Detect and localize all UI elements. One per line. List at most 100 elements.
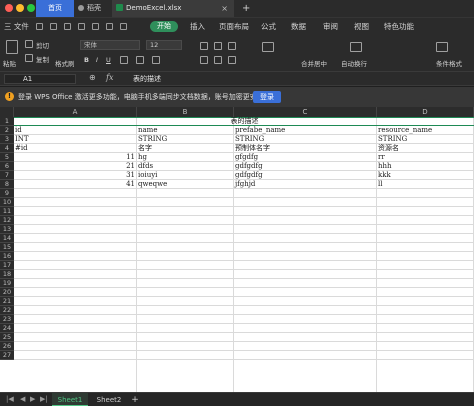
copy-label[interactable]: 复制: [36, 54, 49, 64]
tab-formulas[interactable]: 公式: [261, 18, 276, 35]
italic-icon[interactable]: I: [96, 56, 98, 64]
table-cell[interactable]: dfds: [137, 162, 234, 171]
add-sheet-button[interactable]: +: [130, 393, 140, 406]
row-header[interactable]: 20: [0, 288, 14, 297]
sheet-tab-sheet1[interactable]: Sheet1: [52, 393, 88, 406]
tab-insert[interactable]: 插入: [190, 18, 205, 35]
print-icon[interactable]: [64, 23, 71, 30]
tab-home[interactable]: 首页: [36, 0, 74, 17]
function-icon[interactable]: fx: [106, 73, 113, 82]
sheet-tab-sheet2[interactable]: Sheet2: [92, 393, 126, 406]
table-cell[interactable]: resource_name: [377, 126, 474, 135]
tab-special-features[interactable]: 特色功能: [384, 18, 414, 35]
login-button[interactable]: 登录: [253, 91, 281, 103]
row-header[interactable]: 7: [0, 171, 14, 180]
row-header[interactable]: 26: [0, 342, 14, 351]
merge-center-icon[interactable]: [262, 42, 274, 52]
tab-review[interactable]: 审阅: [323, 18, 338, 35]
next-sheet-icon[interactable]: ▶: [30, 395, 35, 403]
minimize-window-button[interactable]: [16, 4, 24, 12]
tab-page-layout[interactable]: 页面布局: [219, 18, 249, 35]
row-header[interactable]: 15: [0, 243, 14, 252]
wrap-text-label[interactable]: 自动换行: [341, 58, 367, 68]
first-sheet-icon[interactable]: |◀: [6, 395, 14, 403]
export-pdf-icon[interactable]: [50, 23, 57, 30]
fill-color-icon[interactable]: [136, 56, 144, 64]
merged-title-cell[interactable]: 表的描述: [14, 117, 474, 126]
scissors-icon[interactable]: [25, 40, 33, 48]
column-header-a[interactable]: A: [14, 107, 137, 117]
table-cell[interactable]: 41: [14, 180, 137, 189]
table-cell[interactable]: 预制体名字: [234, 144, 377, 153]
table-cell[interactable]: 21: [14, 162, 137, 171]
cut-label[interactable]: 剪切: [36, 40, 49, 50]
new-tab-button[interactable]: +: [242, 0, 252, 17]
table-cell[interactable]: hg: [137, 153, 234, 162]
tab-document[interactable]: DemoExcel.xlsx ×: [112, 0, 234, 17]
table-cell[interactable]: gdfgdfg: [234, 162, 377, 171]
format-painter-label[interactable]: 格式刷: [55, 58, 75, 68]
table-cell[interactable]: STRING: [137, 135, 234, 144]
row-header[interactable]: 3: [0, 135, 14, 144]
row-header[interactable]: 10: [0, 198, 14, 207]
conditional-format-icon[interactable]: [436, 42, 448, 52]
close-window-button[interactable]: [5, 4, 13, 12]
table-cell[interactable]: ll: [377, 180, 474, 189]
spreadsheet-grid[interactable]: A B C D 1 2 3 4 5 6 7 8 9 10 11 12 13 14 15 16 17 18 19 20 2…: [0, 107, 474, 392]
table-cell[interactable]: gdfgdfg: [234, 171, 377, 180]
row-header[interactable]: 1: [0, 117, 14, 126]
table-cell[interactable]: 资源名: [377, 144, 474, 153]
close-tab-icon[interactable]: ×: [221, 0, 228, 17]
row-header[interactable]: 9: [0, 189, 14, 198]
bold-icon[interactable]: B: [84, 56, 89, 64]
row-header[interactable]: 18: [0, 270, 14, 279]
row-header[interactable]: 24: [0, 324, 14, 333]
row-header[interactable]: 21: [0, 297, 14, 306]
row-header[interactable]: 13: [0, 225, 14, 234]
align-right-icon[interactable]: [228, 56, 236, 64]
row-header[interactable]: 12: [0, 216, 14, 225]
row-header[interactable]: 2: [0, 126, 14, 135]
row-header[interactable]: 11: [0, 207, 14, 216]
table-cell[interactable]: id: [14, 126, 137, 135]
tab-start[interactable]: 开始: [150, 21, 178, 32]
row-header[interactable]: 27: [0, 351, 14, 360]
row-header[interactable]: 14: [0, 234, 14, 243]
wrap-text-icon[interactable]: [350, 42, 362, 52]
copy-icon[interactable]: [25, 54, 33, 62]
column-header-b[interactable]: B: [137, 107, 234, 117]
table-cell[interactable]: STRING: [234, 135, 377, 144]
row-header[interactable]: 4: [0, 144, 14, 153]
name-box[interactable]: A1: [4, 74, 76, 84]
table-cell[interactable]: name: [137, 126, 234, 135]
table-cell[interactable]: rr: [377, 153, 474, 162]
align-center-icon[interactable]: [214, 56, 222, 64]
align-top-icon[interactable]: [200, 42, 208, 50]
tab-data[interactable]: 数据: [291, 18, 306, 35]
font-name-select[interactable]: 宋体: [80, 40, 140, 50]
paste-label[interactable]: 粘贴: [3, 58, 16, 68]
conditional-format-label[interactable]: 条件格式: [436, 58, 462, 68]
font-color-icon[interactable]: [152, 56, 160, 64]
tab-view[interactable]: 视图: [354, 18, 369, 35]
redo-icon[interactable]: [120, 23, 127, 30]
merge-center-label[interactable]: 合并居中: [301, 58, 327, 68]
table-cell[interactable]: prefabe_name: [234, 126, 377, 135]
last-sheet-icon[interactable]: ▶|: [40, 395, 48, 403]
row-header[interactable]: 19: [0, 279, 14, 288]
underline-icon[interactable]: U: [106, 56, 111, 64]
font-size-select[interactable]: 12: [146, 40, 182, 50]
align-bottom-icon[interactable]: [228, 42, 236, 50]
row-header[interactable]: 16: [0, 252, 14, 261]
table-cell[interactable]: kkk: [377, 171, 474, 180]
formula-input[interactable]: 表的描述: [133, 74, 161, 84]
tab-docer[interactable]: 稻壳: [78, 0, 112, 17]
select-all-corner[interactable]: [0, 107, 14, 117]
table-cell[interactable]: qweqwe: [137, 180, 234, 189]
row-header[interactable]: 17: [0, 261, 14, 270]
table-cell[interactable]: #id: [14, 144, 137, 153]
align-left-icon[interactable]: [200, 56, 208, 64]
table-cell[interactable]: hhh: [377, 162, 474, 171]
row-header[interactable]: 6: [0, 162, 14, 171]
row-header[interactable]: 23: [0, 315, 14, 324]
